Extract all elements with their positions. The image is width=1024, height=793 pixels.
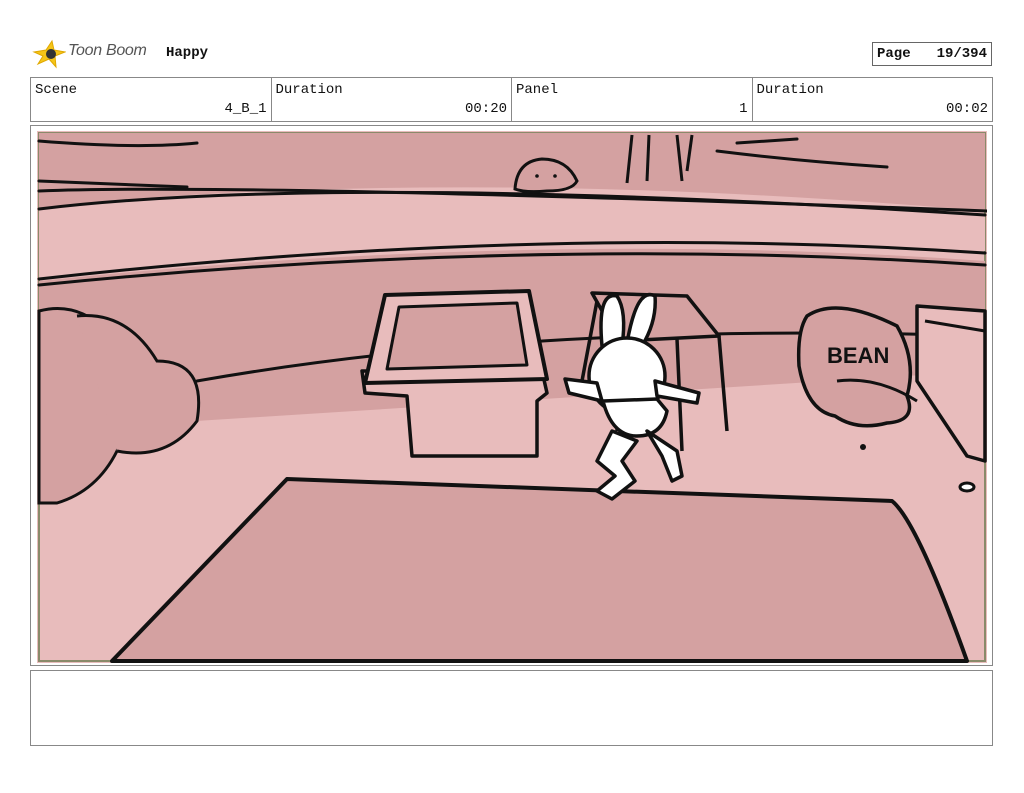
page-value: 19/394 [936, 46, 987, 62]
panel-notes-area [30, 670, 993, 746]
panel-value: 1 [739, 101, 748, 117]
toon-boom-logo: Toon Boom [32, 38, 157, 70]
scene-cell: Scene 4_B_1 [31, 78, 272, 121]
scene-duration-cell: Duration 00:20 [272, 78, 512, 121]
logo-star-icon [32, 39, 67, 69]
logo-wordmark: Toon Boom [68, 42, 147, 59]
scene-value: 4_B_1 [224, 101, 267, 117]
panel-drawing: BEAN [37, 131, 987, 663]
page-label: Page [877, 46, 911, 62]
scene-duration-value: 00:20 [464, 101, 507, 117]
panel-duration-value: 00:02 [945, 101, 988, 117]
scene-label: Scene [35, 82, 78, 98]
storyboard-panel: BEAN [30, 125, 993, 666]
panel-duration-label: Duration [756, 82, 824, 98]
page-indicator: Page 19/394 [872, 42, 992, 66]
bean-bag-label: BEAN [827, 343, 889, 368]
panel-cell: Panel 1 [512, 78, 753, 121]
scene-duration-label: Duration [275, 82, 343, 98]
panel-label: Panel [516, 82, 559, 98]
panel-info-row: Scene 4_B_1 Duration 00:20 Panel 1 Durat… [30, 77, 993, 122]
panel-duration-cell: Duration 00:02 [753, 78, 993, 121]
project-title: Happy [166, 45, 209, 61]
